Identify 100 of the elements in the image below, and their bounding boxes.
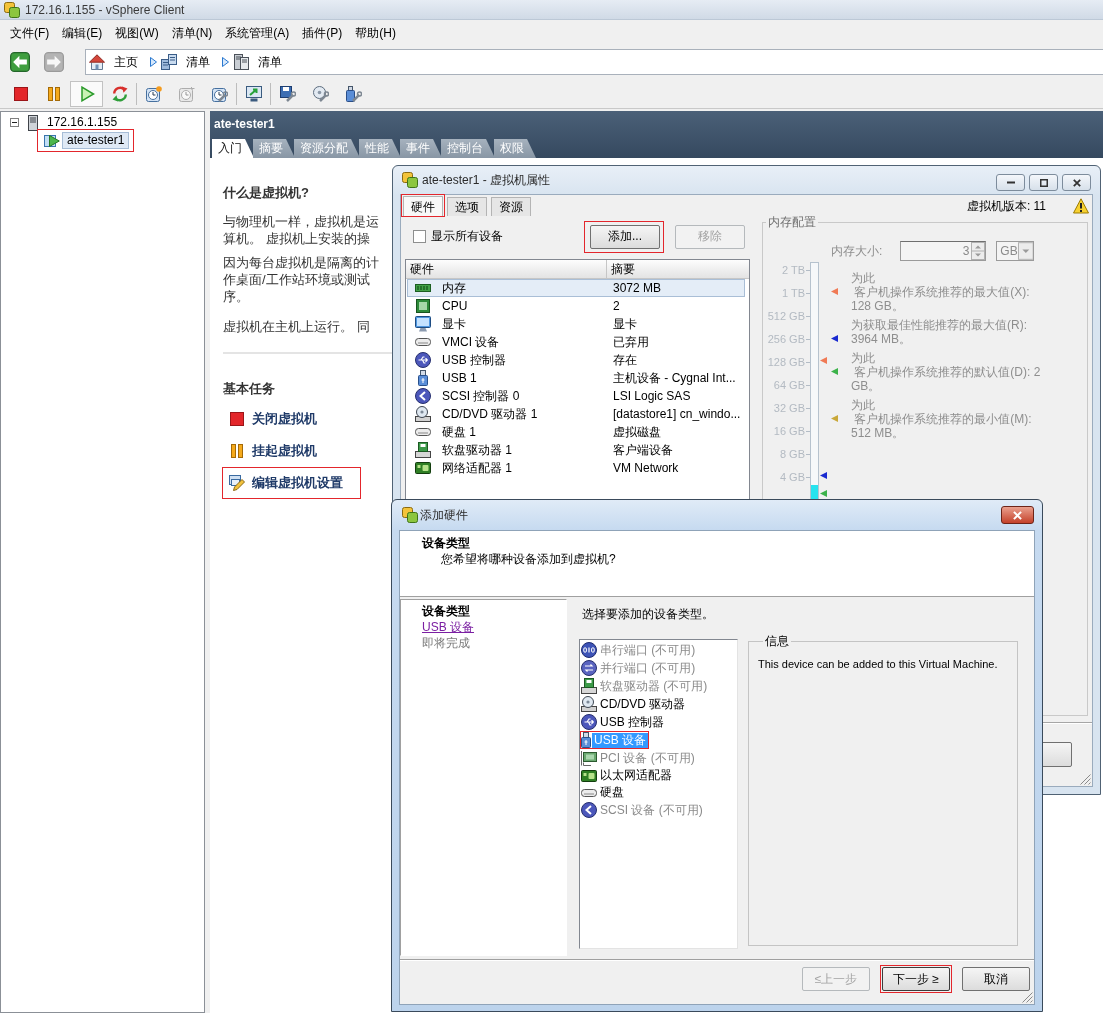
dialog-title: ate-tester1 - 虚拟机属性: [422, 173, 551, 187]
scale-label: 512 GB: [767, 310, 805, 323]
legend-text: 为获取最佳性能推荐的最大值(R): 3964 MB。: [851, 318, 1027, 346]
scale-label: 32 GB: [773, 402, 805, 415]
menu-item[interactable]: 清单(N): [170, 24, 214, 41]
maximize-button[interactable]: [1029, 174, 1058, 191]
scale-label: 4 GB: [779, 471, 805, 484]
home-icon: [89, 54, 105, 70]
caret-down-icon: [1017, 242, 1034, 260]
expansion-card-icon: [581, 750, 597, 766]
tab[interactable]: 入门: [212, 139, 254, 158]
clock-icon: [145, 85, 162, 102]
caret-icon: [150, 57, 157, 67]
table-row[interactable]: 硬盘 1 虚拟磁盘: [407, 423, 745, 441]
task-link[interactable]: 挂起虚拟机: [252, 443, 317, 459]
paragraph: 与物理机一样，虚拟机是运 算机。 虚拟机上安装的操: [223, 213, 379, 247]
table-row[interactable]: 显卡 显卡: [407, 315, 745, 333]
scale-label: 256 GB: [767, 333, 805, 346]
table-row[interactable]: CPU 2: [407, 297, 745, 315]
table-row[interactable]: SCSI 控制器 0 LSI Logic SAS: [407, 387, 745, 405]
table-row[interactable]: CD/DVD 驱动器 1 [datastore1] cn_windo...: [407, 405, 745, 423]
column-header: 硬件: [406, 260, 607, 278]
breadcrumb-link[interactable]: 主页: [89, 54, 150, 70]
drive-icon: [415, 338, 431, 346]
menu-item[interactable]: 帮助(H): [354, 24, 397, 41]
paragraph: 因为每台虚拟机是隔离的计 作桌面/工作站环境或测试 序。: [223, 254, 379, 305]
table-row[interactable]: 内存 3072 MB: [407, 279, 745, 297]
tab[interactable]: 硬件: [403, 196, 443, 216]
pause-icon: [229, 443, 245, 459]
usb-wrench-icon: [345, 85, 362, 102]
close-icon: [1013, 510, 1022, 520]
usb-symbol-icon: [415, 352, 431, 368]
version-label: 虚拟机版本: 11: [966, 199, 1046, 213]
tab[interactable]: 资源: [491, 197, 531, 216]
tree-item[interactable]: ate-tester1: [62, 132, 130, 149]
resize-grip-icon: [1021, 991, 1033, 1003]
wizard-step[interactable]: USB 设备: [422, 619, 474, 635]
app-logo-icon: [402, 507, 418, 523]
breadcrumb-link[interactable]: 清单: [233, 54, 294, 70]
table-cell-text: 硬盘 1: [442, 424, 477, 440]
close-button[interactable]: [1062, 174, 1091, 191]
monitor-icon: [245, 85, 262, 102]
breadcrumb-link[interactable]: 清单: [161, 54, 222, 70]
ram-icon: [415, 284, 431, 292]
group-title: 内存配置: [767, 214, 817, 230]
app-logo-icon: [402, 172, 418, 188]
dialog-button[interactable]: 下一步 ≥: [882, 967, 950, 991]
resize-grip-icon: [1079, 773, 1091, 785]
table-row[interactable]: VMCI 设备 已弃用: [407, 333, 745, 351]
menu-item[interactable]: 文件(F): [9, 24, 51, 41]
group-title: 信息: [764, 633, 790, 649]
list-item[interactable]: USB 控制器: [598, 714, 666, 730]
floppy-wrench-icon: [279, 85, 296, 102]
table-cell-text: 显卡: [612, 316, 637, 332]
back-button[interactable]: [10, 52, 30, 72]
prompt-text: 选择要添加的设备类型。: [581, 607, 714, 621]
clock-icon: [178, 85, 195, 102]
task-link[interactable]: 编辑虚拟机设置: [252, 475, 343, 491]
wizard-step: 设备类型: [422, 603, 470, 619]
menu-item[interactable]: 视图(W): [114, 24, 160, 41]
menu-item[interactable]: 插件(P): [301, 24, 344, 41]
disc-drive-icon: [415, 406, 431, 422]
tab[interactable]: 选项: [447, 197, 487, 216]
table-row[interactable]: USB 1 主机设备 - Cygnal Int...: [407, 369, 745, 387]
arrow-left-icon: [10, 52, 30, 72]
list-item[interactable]: 以太网适配器: [598, 768, 674, 783]
scale-label: 8 GB: [779, 448, 805, 461]
pencil-icon: [229, 475, 245, 491]
scale-label: 1 TB: [781, 287, 805, 300]
table-row[interactable]: USB 控制器 存在: [407, 351, 745, 369]
vm-icon: [44, 132, 60, 149]
table-cell-text: 3072 MB: [612, 280, 662, 296]
pause-icon: [45, 85, 62, 102]
server-icon: [233, 54, 249, 70]
close-icon: [1072, 178, 1081, 187]
task-link[interactable]: 关闭虚拟机: [252, 411, 317, 427]
menu-item[interactable]: 编辑(E): [61, 24, 104, 41]
tree-item[interactable]: 172.16.1.155: [42, 114, 123, 131]
dialog-button[interactable]: 添加...: [590, 224, 660, 249]
monitor-icon: [415, 316, 431, 332]
section-heading: 什么是虚拟机?: [223, 185, 309, 201]
scale-label: 16 GB: [773, 425, 805, 438]
close-button[interactable]: [1001, 506, 1034, 524]
dialog-title: 添加硬件: [420, 508, 468, 522]
usb-stick-icon: [418, 370, 428, 386]
menu-item[interactable]: 系统管理(A): [224, 24, 291, 41]
table-row[interactable]: 软盘驱动器 1 客户端设备: [407, 441, 745, 459]
table-cell-text: 已弃用: [612, 334, 649, 350]
field-label: 内存大小:: [831, 244, 883, 258]
table-row[interactable]: 网络适配器 1 VM Network: [407, 459, 745, 477]
list-item[interactable]: 硬盘: [598, 785, 626, 800]
dialog-button[interactable]: 取消: [962, 967, 1030, 991]
list-item[interactable]: CD/DVD 驱动器: [598, 696, 688, 712]
minimize-icon: [1006, 181, 1015, 184]
table-cell-text: VMCI 设备: [442, 334, 501, 350]
table-cell-text: 网络适配器 1: [442, 460, 513, 476]
checkbox[interactable]: [413, 230, 426, 243]
table-cell-text: 存在: [612, 352, 637, 368]
scale-label: 128 GB: [767, 356, 805, 369]
stop-icon: [12, 85, 29, 102]
